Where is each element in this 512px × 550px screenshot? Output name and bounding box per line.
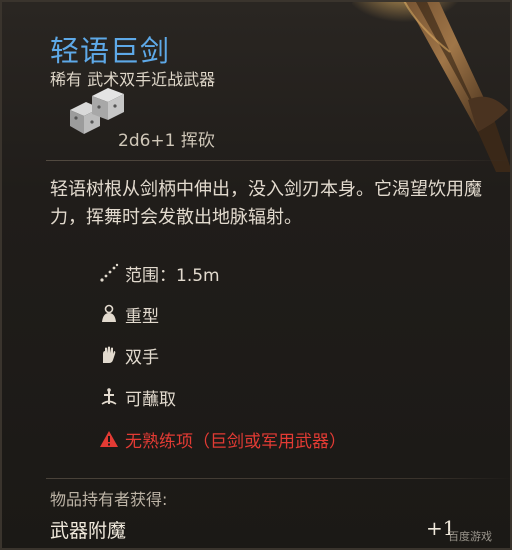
property-dippable-label: 可蘸取	[125, 389, 176, 410]
heavy-icon	[98, 303, 120, 325]
range-icon	[98, 262, 120, 284]
watermark-logo: 百度游戏	[448, 530, 492, 543]
property-range: 范围：1.5m	[98, 260, 220, 286]
holder-gains-label: 物品持有者获得:	[50, 490, 168, 509]
item-tooltip: 轻语巨剑 稀有 武术双手近战武器 2d6+1 挥砍 轻语树根从剑柄中伸出，没入剑…	[0, 0, 512, 550]
divider	[46, 478, 510, 479]
property-two-handed-label: 双手	[125, 347, 159, 368]
item-type: 稀有 武术双手近战武器	[50, 70, 216, 89]
property-range-label: 范围：1.5m	[125, 265, 220, 286]
property-warning-label: 无熟练项（巨剑或军用武器）	[125, 431, 346, 452]
warning-icon	[98, 428, 120, 450]
damage-value: 2d6+1 挥砍	[118, 131, 215, 151]
property-heavy: 重型	[98, 301, 159, 327]
property-heavy-label: 重型	[125, 306, 159, 327]
item-description: 轻语树根从剑柄中伸出，没入剑刃本身。它渴望饮用魔力，挥舞时会发散出地脉辐射。	[50, 179, 482, 228]
greatsword-art	[350, 2, 510, 172]
two-handed-icon	[98, 344, 120, 366]
divider	[46, 160, 510, 161]
dippable-icon	[98, 386, 120, 408]
property-dippable: 可蘸取	[98, 384, 176, 410]
weapon-enchantment-label: 武器附魔	[50, 520, 127, 542]
property-proficiency-warning: 无熟练项（巨剑或军用武器）	[98, 426, 346, 452]
property-two-handed: 双手	[98, 342, 159, 368]
item-name: 轻语巨剑	[50, 34, 171, 68]
